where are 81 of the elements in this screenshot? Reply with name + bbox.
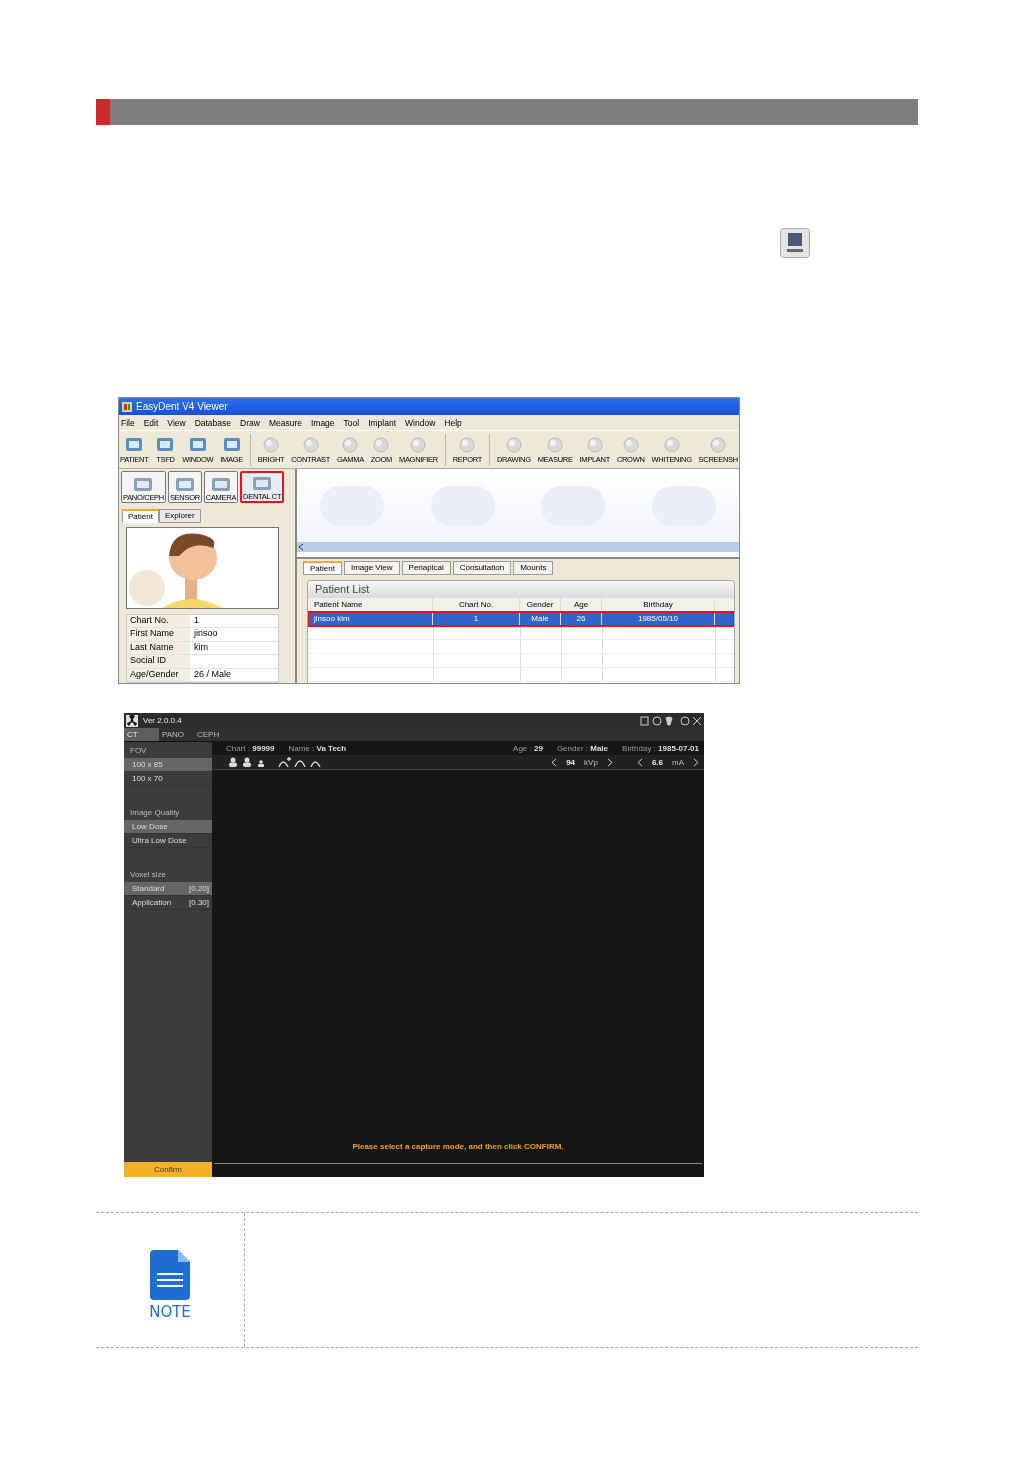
section-label: Voxel size [129,870,168,881]
table-cell: 26 [561,612,602,625]
toolbar-icon [408,435,429,455]
menu-item[interactable]: Measure [268,417,302,428]
toolbar-icon [661,435,682,455]
unit-label: kVp [584,757,598,767]
view-tab[interactable]: Periapical [401,561,451,575]
exposure-value: 94 [566,757,576,767]
field-value: 26 / Male [193,668,232,681]
toolbar-icon [371,435,392,455]
document-icon [150,1249,190,1300]
field-label: Social ID [127,655,190,668]
option-item[interactable]: Low Dose [124,820,212,834]
mode-tab[interactable]: PANO [159,728,194,741]
monitor-icon [780,228,810,258]
toolbar-icon [708,435,729,455]
option-item[interactable]: 100 x 70 [124,772,212,786]
table-cell: 1 [433,612,520,625]
menu-item[interactable]: Implant [368,417,397,428]
window-title: EasyDent V4 Viewer [136,401,228,412]
mode-tab[interactable]: CT [124,728,159,741]
view-tab[interactable]: Consultation [452,561,512,575]
panel-title: Patient List [308,581,734,598]
info-field: Age : 29 [513,744,543,753]
menu-item[interactable]: Image [310,417,335,428]
toolbar-icon [545,435,566,455]
menu-item[interactable]: Edit [143,417,159,428]
arch-shape-icons[interactable] [278,757,322,767]
table-cell: 1985/05/10 [602,612,715,625]
chevron-left-icon[interactable] [636,757,643,767]
scroll-bar[interactable] [297,542,739,552]
option-item[interactable]: 100 x 85 [124,758,212,772]
menu-item[interactable]: Database [194,417,232,428]
toolbar-icon [620,435,641,455]
field-label: First Name [127,628,190,641]
toolbar-icon [340,435,361,455]
option-item[interactable]: Standard [0.20] [124,882,212,896]
field-value: jinsoo [192,628,218,640]
table-cell: Male [520,612,561,625]
toolbar-icon [584,435,605,455]
menu-item[interactable]: Window [405,417,436,428]
section-label: FOV [129,746,148,757]
window-controls-icon[interactable] [640,715,702,726]
view-tab[interactable]: Mounts [513,561,554,575]
confirm-button[interactable]: Confirm [124,1162,212,1177]
chevron-right-icon[interactable] [606,757,613,767]
menu-item[interactable]: View [167,417,186,428]
version-label: Ver 2.0.0.4 [143,716,182,725]
field-label: Chart No. [127,614,190,627]
info-field: Birthday : 1985-07-01 [622,744,699,753]
toolbar-icon [457,435,478,455]
radiation-icon [126,714,138,727]
panel-tab[interactable]: Patient [122,508,159,523]
app-icon [122,401,132,412]
instruction-message: Please select a capture mode, and then click CONFIRM. [352,1142,564,1151]
chevron-left-icon[interactable] [551,757,558,767]
toolbar-icon [261,435,282,455]
field-value: 1 [193,614,199,627]
panel-tab[interactable]: Explorer [158,508,201,523]
toolbar-icon [300,435,321,455]
note-label: NOTE [149,1302,191,1321]
table-row[interactable]: jinsoo kim 1 Male 26 1985/05/10 [308,612,734,626]
view-tab[interactable]: Image View [343,561,400,575]
toolbar-icon [503,435,524,455]
menu-item[interactable]: Draw [240,417,260,428]
unit-label: mA [672,757,684,767]
exposure-value: 6.6 [651,757,663,767]
section-label: Image Quality [129,808,181,819]
mode-tab[interactable]: CEPH [194,728,229,741]
option-item[interactable]: Ultra Low Dose [124,834,212,848]
info-field: Gender : Male [556,744,609,753]
menu-item[interactable]: Tool [343,417,360,428]
menu-item[interactable]: Help [444,417,462,428]
info-field: Name : Va Tech [288,744,347,753]
field-value: kim [193,641,208,654]
table-cell: jinsoo kim [308,612,433,625]
chevron-right-icon[interactable] [693,757,699,767]
menu-item[interactable]: File [121,417,135,428]
option-item[interactable]: Application [0.30] [124,896,212,910]
info-field: Chart : 99999 [226,744,275,753]
view-tab[interactable]: Patient [303,561,342,575]
